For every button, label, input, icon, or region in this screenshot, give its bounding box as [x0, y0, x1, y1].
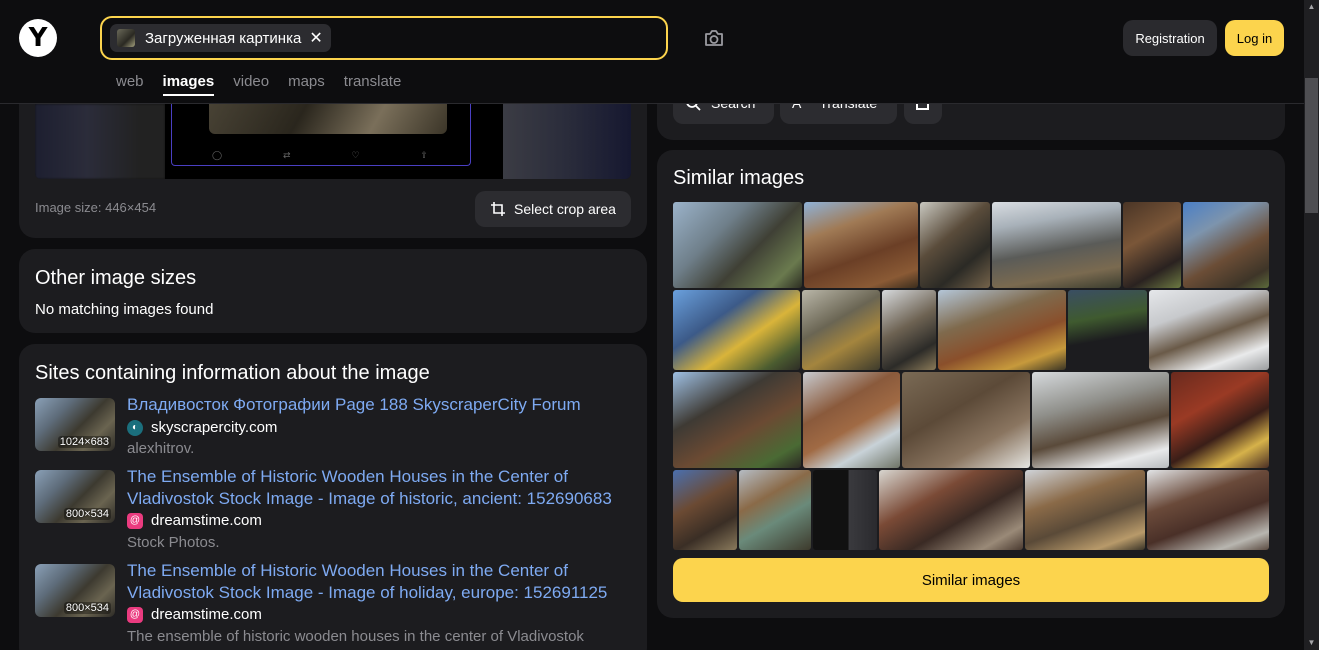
site-description: Stock Photos.: [127, 534, 220, 551]
skyscrapercity-favicon-icon: ◐: [127, 419, 143, 436]
similar-image[interactable]: [992, 202, 1121, 288]
page-scrollbar[interactable]: ▲ ▼: [1304, 0, 1319, 650]
site-domain[interactable]: @ dreamstime.com: [127, 512, 262, 529]
login-button[interactable]: Log in: [1225, 20, 1284, 56]
select-crop-area-button[interactable]: Select crop area: [475, 191, 631, 227]
similar-image[interactable]: [813, 470, 877, 550]
similar-image[interactable]: [673, 202, 802, 288]
site-title-link[interactable]: Владивосток Фотографии Page 188 Skyscrap…: [127, 394, 627, 416]
tab-translate[interactable]: translate: [344, 73, 402, 96]
scroll-thumb[interactable]: [1305, 78, 1318, 213]
similar-image[interactable]: [673, 470, 737, 550]
thumbnail-dimensions: 800×534: [63, 602, 111, 614]
uploaded-image-thumbnail: [117, 29, 135, 47]
preview-phone-frame: ◯ ⇄ ♡ ⇪: [171, 104, 471, 166]
scroll-up-icon[interactable]: ▲: [1304, 0, 1319, 14]
tab-video[interactable]: video: [233, 73, 269, 96]
preview-blur-left: [35, 104, 165, 179]
site-thumbnail[interactable]: 1024×683: [35, 398, 115, 451]
similar-image[interactable]: [673, 372, 801, 468]
search-tabs: web images video maps translate: [116, 73, 420, 96]
site-title-link[interactable]: The Ensemble of Historic Wooden Houses i…: [127, 466, 627, 510]
comment-icon: ◯: [212, 150, 223, 160]
crop-icon: [491, 202, 506, 216]
yandex-logo[interactable]: Y: [19, 19, 57, 57]
similar-image[interactable]: [902, 372, 1030, 468]
sites-title: Sites containing information about the i…: [35, 362, 430, 384]
similar-image[interactable]: [1171, 372, 1269, 468]
header: Y Загруженная картинка ✕ web images vide…: [0, 0, 1304, 104]
similar-image[interactable]: [803, 372, 900, 468]
uploaded-image: [209, 104, 447, 134]
image-preview: ◯ ⇄ ♡ ⇪: [35, 104, 631, 179]
select-crop-area-label: Select crop area: [514, 201, 616, 217]
similar-images-title: Similar images: [673, 167, 805, 189]
similar-image[interactable]: [1147, 470, 1269, 550]
site-domain-label: skyscrapercity.com: [151, 419, 278, 436]
similar-image[interactable]: [920, 202, 990, 288]
tab-maps[interactable]: maps: [288, 73, 325, 96]
search-input[interactable]: Загруженная картинка ✕: [100, 16, 668, 60]
similar-image[interactable]: [938, 290, 1066, 370]
image-size-label: Image size: 446×454: [35, 200, 157, 215]
dreamstime-favicon-icon: @: [127, 512, 143, 529]
site-title-link[interactable]: The Ensemble of Historic Wooden Houses i…: [127, 560, 627, 604]
close-icon[interactable]: ✕: [309, 28, 322, 48]
site-thumbnail[interactable]: 800×534: [35, 470, 115, 523]
site-description: The ensemble of historic wooden houses i…: [127, 628, 584, 645]
share-icon: ⇪: [420, 150, 428, 160]
camera-search-icon[interactable]: [700, 24, 728, 52]
other-sizes-title: Other image sizes: [35, 267, 197, 289]
similar-image[interactable]: [1183, 202, 1269, 288]
thumbnail-dimensions: 1024×683: [57, 436, 111, 448]
thumbnail-dimensions: 800×534: [63, 508, 111, 520]
preview-blur-right: [503, 104, 631, 179]
site-domain[interactable]: @ dreamstime.com: [127, 606, 262, 623]
uploaded-image-chip[interactable]: Загруженная картинка ✕: [110, 24, 331, 52]
similar-image[interactable]: [1032, 372, 1169, 468]
site-domain-label: dreamstime.com: [151, 512, 262, 529]
registration-button[interactable]: Registration: [1123, 20, 1217, 56]
other-sizes-card: Other image sizes No matching images fou…: [19, 249, 647, 333]
preview-icon-row: ◯ ⇄ ♡ ⇪: [212, 150, 428, 161]
no-matching-message: No matching images found: [35, 301, 214, 318]
similar-image[interactable]: [673, 290, 800, 370]
similar-image[interactable]: [804, 202, 918, 288]
similar-image[interactable]: [879, 470, 1023, 550]
site-description: alexhitrov.: [127, 440, 195, 457]
similar-image[interactable]: [1025, 470, 1145, 550]
similar-image[interactable]: [882, 290, 936, 370]
similar-image[interactable]: [1123, 202, 1181, 288]
similar-images-card: Similar images Similar images: [657, 150, 1285, 618]
site-domain-label: dreamstime.com: [151, 606, 262, 623]
similar-images-button[interactable]: Similar images: [673, 558, 1269, 602]
uploaded-image-chip-label: Загруженная картинка: [145, 29, 302, 47]
scroll-down-icon[interactable]: ▼: [1304, 636, 1319, 650]
heart-icon: ♡: [351, 150, 360, 160]
tab-images[interactable]: images: [162, 73, 215, 96]
similar-images-grid: [673, 202, 1269, 550]
dreamstime-favicon-icon: @: [127, 606, 143, 623]
site-thumbnail[interactable]: 800×534: [35, 564, 115, 617]
repost-icon: ⇄: [282, 150, 291, 160]
similar-image[interactable]: [1149, 290, 1269, 370]
similar-image[interactable]: [739, 470, 811, 550]
tab-web[interactable]: web: [116, 73, 144, 96]
sites-card: Sites containing information about the i…: [19, 344, 647, 650]
site-domain[interactable]: ◐ skyscrapercity.com: [127, 419, 277, 436]
similar-image[interactable]: [1068, 290, 1147, 370]
similar-image[interactable]: [802, 290, 880, 370]
